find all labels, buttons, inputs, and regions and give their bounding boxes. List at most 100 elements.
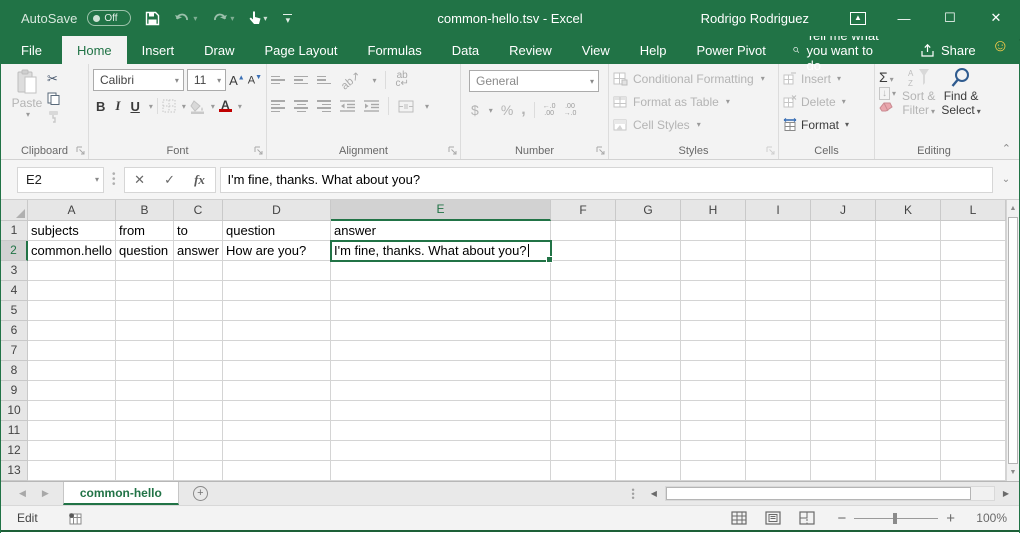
cell-E1[interactable]: answer — [331, 221, 551, 241]
cell-G11[interactable] — [616, 421, 681, 441]
column-header-H[interactable]: H — [681, 200, 746, 221]
cell-L4[interactable] — [941, 281, 1006, 301]
cell-C1[interactable]: to — [174, 221, 223, 241]
row-header-2[interactable]: 2 — [1, 241, 28, 261]
cell-E8[interactable] — [331, 361, 551, 381]
cell-H3[interactable] — [681, 261, 746, 281]
cell-E13[interactable] — [331, 461, 551, 481]
select-all-corner[interactable] — [1, 200, 28, 221]
row-header-11[interactable]: 11 — [1, 421, 28, 441]
row-header-13[interactable]: 13 — [1, 461, 28, 481]
font-family-combo[interactable]: Calibri ▾ — [93, 69, 184, 91]
cell-K6[interactable] — [876, 321, 941, 341]
row-header-6[interactable]: 6 — [1, 321, 28, 341]
tab-page-layout[interactable]: Page Layout — [250, 36, 353, 64]
cell-K13[interactable] — [876, 461, 941, 481]
formula-bar-expand-icon[interactable]: ⌄ — [993, 174, 1019, 185]
column-header-G[interactable]: G — [616, 200, 681, 221]
cell-L5[interactable] — [941, 301, 1006, 321]
cell-B5[interactable] — [116, 301, 174, 321]
cell-K7[interactable] — [876, 341, 941, 361]
tab-data[interactable]: Data — [437, 36, 494, 64]
cell-L2[interactable] — [941, 241, 1006, 261]
cell-F3[interactable] — [551, 261, 616, 281]
cell-A2[interactable]: common.hello — [28, 241, 116, 261]
cell-H6[interactable] — [681, 321, 746, 341]
sheet-tab-common-hello[interactable]: common-hello — [63, 482, 179, 505]
cell-I11[interactable] — [746, 421, 811, 441]
font-size-dropdown-icon[interactable]: ▾ — [217, 76, 221, 85]
cell-A10[interactable] — [28, 401, 116, 421]
cell-B9[interactable] — [116, 381, 174, 401]
cell-H12[interactable] — [681, 441, 746, 461]
collapse-ribbon-icon[interactable]: ⌃ — [1002, 142, 1011, 155]
copy-button[interactable] — [47, 92, 60, 105]
cell-C13[interactable] — [174, 461, 223, 481]
touch-mode-dropdown-icon[interactable]: ▾ — [263, 14, 267, 23]
name-box[interactable]: E2 ▾ — [17, 167, 104, 193]
cell-K4[interactable] — [876, 281, 941, 301]
cell-F10[interactable] — [551, 401, 616, 421]
cell-F11[interactable] — [551, 421, 616, 441]
underline-button[interactable]: U — [127, 99, 142, 114]
number-format-combo[interactable]: General ▾ — [469, 70, 599, 92]
insert-function-button[interactable]: fx — [185, 172, 215, 188]
touch-mouse-mode-button[interactable]: ▾ — [248, 10, 267, 26]
cell-A6[interactable] — [28, 321, 116, 341]
column-header-D[interactable]: D — [223, 200, 331, 221]
delete-cells-button[interactable]: Delete ▾ — [783, 90, 870, 113]
cell-H13[interactable] — [681, 461, 746, 481]
cell-A11[interactable] — [28, 421, 116, 441]
cell-G13[interactable] — [616, 461, 681, 481]
italic-button[interactable]: I — [112, 98, 123, 114]
cell-I13[interactable] — [746, 461, 811, 481]
cell-E6[interactable] — [331, 321, 551, 341]
cell-I8[interactable] — [746, 361, 811, 381]
cell-L8[interactable] — [941, 361, 1006, 381]
tab-home[interactable]: Home — [62, 36, 127, 64]
redo-dropdown-icon[interactable]: ▾ — [230, 14, 234, 23]
cell-styles-dropdown-icon[interactable]: ▾ — [697, 120, 701, 129]
tab-scrollbar-splitter[interactable]: ••• — [632, 488, 635, 500]
maximize-button[interactable]: ☐ — [927, 0, 973, 36]
cell-B13[interactable] — [116, 461, 174, 481]
cell-A3[interactable] — [28, 261, 116, 281]
save-button[interactable] — [145, 11, 160, 26]
cell-A12[interactable] — [28, 441, 116, 461]
cell-B7[interactable] — [116, 341, 174, 361]
cell-J3[interactable] — [811, 261, 876, 281]
column-header-C[interactable]: C — [174, 200, 223, 221]
conditional-formatting-dropdown-icon[interactable]: ▾ — [761, 74, 765, 83]
cell-E11[interactable] — [331, 421, 551, 441]
delete-dropdown-icon[interactable]: ▾ — [842, 97, 846, 106]
fill-dropdown-icon[interactable]: ▾ — [892, 89, 896, 98]
cell-L3[interactable] — [941, 261, 1006, 281]
cell-G12[interactable] — [616, 441, 681, 461]
tab-insert[interactable]: Insert — [127, 36, 190, 64]
formula-input[interactable]: I'm fine, thanks. What about you? — [220, 167, 993, 193]
accounting-dropdown-icon[interactable]: ▾ — [489, 106, 493, 115]
align-right-button[interactable] — [317, 98, 331, 114]
accounting-format-button[interactable]: $ — [471, 102, 479, 118]
row-header-12[interactable]: 12 — [1, 441, 28, 461]
cancel-entry-button[interactable]: ✕ — [125, 172, 155, 188]
fill-button[interactable]: ↓▾ — [879, 88, 896, 99]
column-header-A[interactable]: A — [28, 200, 116, 221]
page-layout-view-button[interactable] — [765, 511, 781, 525]
cell-D7[interactable] — [223, 341, 331, 361]
cell-D5[interactable] — [223, 301, 331, 321]
cell-I4[interactable] — [746, 281, 811, 301]
cell-D6[interactable] — [223, 321, 331, 341]
cell-L7[interactable] — [941, 341, 1006, 361]
format-cells-button[interactable]: Format ▾ — [783, 113, 870, 136]
percent-style-button[interactable]: % — [501, 102, 513, 118]
cell-J13[interactable] — [811, 461, 876, 481]
cell-H2[interactable] — [681, 241, 746, 261]
cell-C8[interactable] — [174, 361, 223, 381]
row-header-1[interactable]: 1 — [1, 221, 28, 241]
vertical-scrollbar-thumb[interactable] — [1008, 217, 1018, 464]
format-dropdown-icon[interactable]: ▾ — [845, 120, 849, 129]
row-header-10[interactable]: 10 — [1, 401, 28, 421]
cell-D11[interactable] — [223, 421, 331, 441]
cell-F4[interactable] — [551, 281, 616, 301]
